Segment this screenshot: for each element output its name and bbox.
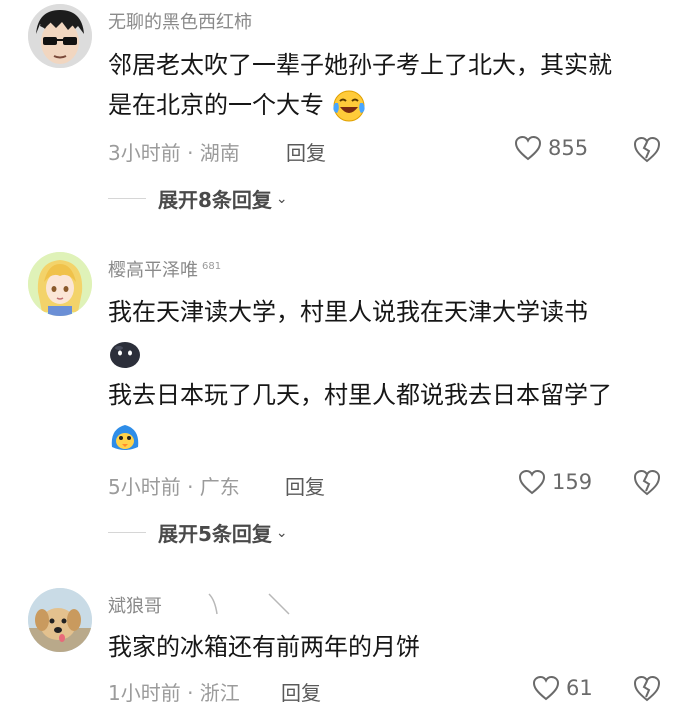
like-count: 61 bbox=[566, 676, 593, 700]
comment-3: 斌狼哥 我家的冰箱还有前两年的月饼 1小时前 · 浙江 回复 61 bbox=[0, 0, 690, 707]
avatar[interactable] bbox=[28, 588, 92, 652]
reply-button[interactable]: 回复 bbox=[281, 677, 321, 706]
username[interactable]: 斌狼哥 bbox=[108, 592, 162, 618]
broken-heart-icon bbox=[633, 675, 661, 702]
heart-icon bbox=[532, 675, 560, 701]
dislike-button[interactable] bbox=[632, 674, 662, 704]
comment-meta: 1小时前 · 浙江 bbox=[108, 681, 240, 705]
decorative-strokes-icon bbox=[208, 593, 290, 615]
like-button[interactable]: 61 bbox=[532, 675, 593, 701]
avatar-puppy-image bbox=[28, 588, 92, 652]
comment-text-line-1: 我家的冰箱还有前两年的月饼 bbox=[108, 633, 420, 661]
